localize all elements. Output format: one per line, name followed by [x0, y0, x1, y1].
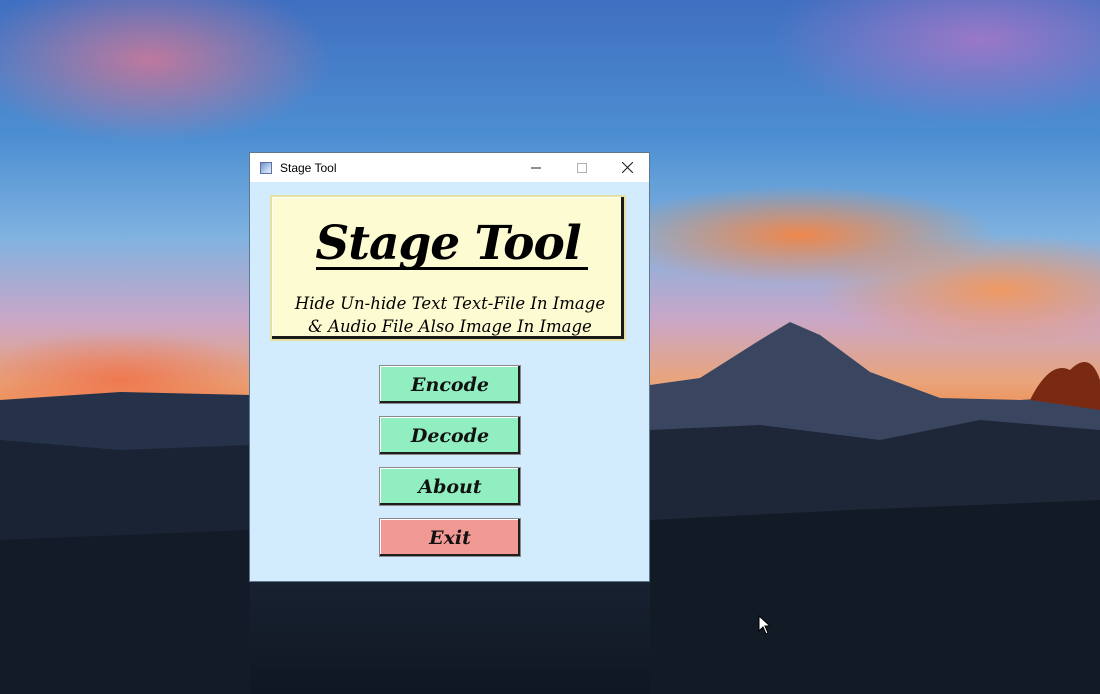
app-icon [260, 161, 272, 174]
banner-subtitle: Hide Un-hide Text Text-File In Image & A… [276, 292, 624, 338]
about-button[interactable]: About [379, 467, 521, 506]
banner-title: Stage Tool [315, 216, 581, 271]
title-bar[interactable]: Stage Tool [250, 153, 649, 182]
mouse-cursor-icon [758, 615, 772, 635]
minimize-icon [531, 167, 541, 168]
app-window: Stage Tool Stage Tool Hide Un-hide Text … [249, 152, 650, 582]
window-title: Stage Tool [280, 160, 337, 175]
title-underline [316, 267, 588, 270]
close-button[interactable] [604, 153, 650, 182]
decode-button[interactable]: Decode [379, 416, 521, 455]
subtitle-line-2: & Audio File Also Image In Image [308, 317, 592, 336]
title-banner: Stage Tool Hide Un-hide Text Text-File I… [270, 195, 626, 341]
minimize-button[interactable] [513, 153, 559, 182]
exit-button[interactable]: Exit [379, 518, 521, 557]
close-icon [621, 162, 633, 173]
subtitle-line-1: Hide Un-hide Text Text-File In Image [294, 294, 606, 313]
maximize-icon [577, 162, 587, 173]
encode-button[interactable]: Encode [379, 365, 521, 404]
maximize-button[interactable] [559, 153, 605, 182]
